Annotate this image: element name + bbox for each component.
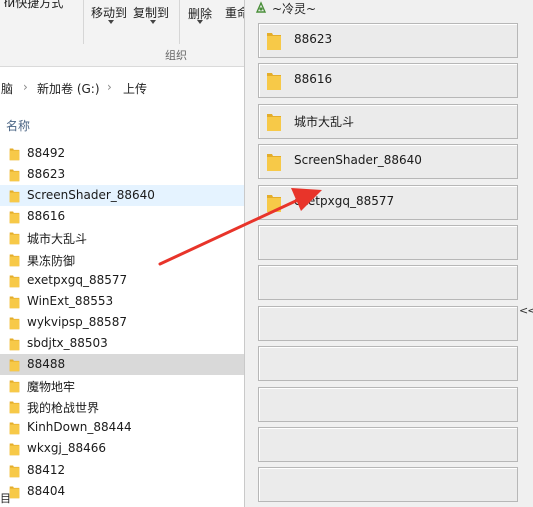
folder-icon: [9, 464, 20, 478]
column-header-name[interactable]: 名称: [6, 117, 30, 134]
launcher-slot[interactable]: [258, 427, 518, 462]
slot-label: ScreenShader_88640: [294, 153, 422, 168]
file-row[interactable]: 88492: [0, 143, 245, 164]
slot-label: 88623: [294, 32, 333, 46]
file-row[interactable]: ScreenShader_88640: [0, 185, 245, 207]
file-row[interactable]: 88412: [0, 460, 245, 481]
slot-label: exetpxgq_88577: [294, 193, 395, 208]
rename-button[interactable]: 重命: [225, 4, 245, 21]
folder-icon: [266, 112, 282, 132]
launcher-slot[interactable]: exetpxgq_88577: [258, 184, 518, 220]
file-name: 88623: [27, 167, 66, 182]
file-row[interactable]: exetpxgq_88577: [0, 270, 245, 291]
file-row[interactable]: 果冻防御: [0, 249, 245, 270]
file-name: WinExt_88553: [27, 293, 114, 308]
file-row[interactable]: sbdjtx_88503: [0, 333, 245, 354]
folder-icon: [266, 71, 282, 91]
launcher-slot[interactable]: [258, 386, 518, 422]
file-name: wkxgj_88466: [27, 441, 106, 456]
app-logo-icon: [255, 1, 267, 13]
ribbon-separator: [179, 0, 180, 44]
folder-icon: [9, 231, 20, 245]
launcher-slot[interactable]: ScreenShader_88640: [258, 144, 518, 180]
folder-icon: [9, 358, 20, 372]
folder-icon: [9, 421, 20, 435]
file-explorer-window: łи快捷方式 移动到 复制到 删除 重命 组织 脑 › 新加卷 (G:) › 上…: [0, 0, 245, 507]
file-row[interactable]: 88623: [0, 164, 245, 185]
file-row[interactable]: 88616: [0, 206, 245, 227]
folder-icon: [9, 210, 20, 224]
move-to-button[interactable]: 移动到: [91, 4, 127, 21]
collapse-button[interactable]: <<: [519, 304, 533, 317]
folder-icon: [266, 152, 282, 172]
launcher-panel: ~冷灵~ 88623 88616 城市大乱斗 ScreenShader_88640ex…: [244, 0, 533, 507]
ribbon-separator: [83, 0, 84, 44]
folder-icon: [266, 31, 282, 51]
ribbon-clipped-label[interactable]: łи快捷方式: [4, 0, 63, 11]
copy-to-button[interactable]: 复制到: [133, 4, 169, 21]
file-name: 城市大乱斗: [27, 232, 88, 247]
breadcrumb-item[interactable]: 上传: [123, 80, 147, 97]
file-name: 88488: [27, 357, 66, 371]
file-name: 88616: [27, 209, 66, 224]
folder-icon: [9, 147, 20, 161]
folder-icon: [9, 253, 20, 267]
breadcrumb-item[interactable]: 新加卷 (G:): [37, 80, 100, 97]
slot-label: 88616: [294, 72, 333, 87]
file-name: 88412: [27, 462, 66, 477]
folder-icon: [9, 442, 20, 456]
file-row[interactable]: 城市大乱斗: [0, 227, 245, 248]
file-row[interactable]: 88404: [0, 481, 245, 502]
folder-icon: [9, 400, 20, 414]
launcher-slot[interactable]: 88623: [258, 23, 518, 58]
file-name: sbdjtx_88503: [27, 335, 108, 350]
file-row[interactable]: 我的枪战世界: [0, 396, 245, 417]
folder-icon: [9, 295, 20, 309]
folder-icon: [266, 193, 282, 213]
file-name: 88492: [27, 146, 66, 160]
file-row[interactable]: WinExt_88553: [0, 291, 245, 312]
file-row[interactable]: 魔物地牢: [0, 375, 245, 396]
ribbon: łи快捷方式 移动到 复制到 删除 重命 组织: [0, 0, 245, 67]
file-row[interactable]: wykvipsp_88587: [0, 312, 245, 333]
file-name: 魔物地牢: [27, 380, 76, 395]
folder-icon: [9, 189, 20, 203]
file-name: exetpxgq_88577: [27, 272, 128, 287]
launcher-slot[interactable]: [258, 305, 518, 341]
address-bar[interactable]: 脑 › 新加卷 (G:) › 上传: [0, 70, 245, 96]
folder-icon: [9, 168, 20, 182]
file-name: ScreenShader_88640: [27, 188, 155, 203]
folder-icon: [9, 337, 20, 351]
launcher-slot[interactable]: [258, 225, 518, 260]
status-bar-text: 目: [0, 492, 11, 505]
file-name: 88404: [27, 483, 66, 498]
file-row[interactable]: wkxgj_88466: [0, 438, 245, 459]
launcher-slot[interactable]: 城市大乱斗: [258, 103, 518, 139]
chevron-right-icon[interactable]: ›: [23, 80, 28, 94]
slot-label: 城市大乱斗: [294, 114, 355, 129]
launcher-slot[interactable]: [258, 467, 518, 503]
chevron-right-icon[interactable]: ›: [107, 80, 112, 94]
launcher-slot[interactable]: [258, 346, 518, 382]
file-name: 果冻防御: [27, 253, 76, 268]
panel-title: ~冷灵~: [272, 2, 317, 16]
delete-dropdown-icon[interactable]: [197, 20, 203, 24]
breadcrumb-item[interactable]: 脑: [1, 80, 13, 97]
file-row[interactable]: KinhDown_88444: [0, 417, 245, 438]
file-name: 我的枪战世界: [27, 401, 100, 416]
move-to-dropdown-icon[interactable]: [108, 20, 114, 24]
folder-icon: [9, 274, 20, 288]
launcher-slot[interactable]: [258, 265, 518, 301]
ribbon-group-label: 组织: [165, 49, 187, 62]
file-name: KinhDown_88444: [27, 420, 132, 435]
file-row[interactable]: 88488: [0, 354, 245, 375]
file-name: wykvipsp_88587: [27, 314, 127, 329]
folder-icon: [9, 379, 20, 393]
folder-icon: [9, 316, 20, 330]
launcher-slot[interactable]: 88616: [258, 63, 518, 99]
copy-to-dropdown-icon[interactable]: [150, 20, 156, 24]
